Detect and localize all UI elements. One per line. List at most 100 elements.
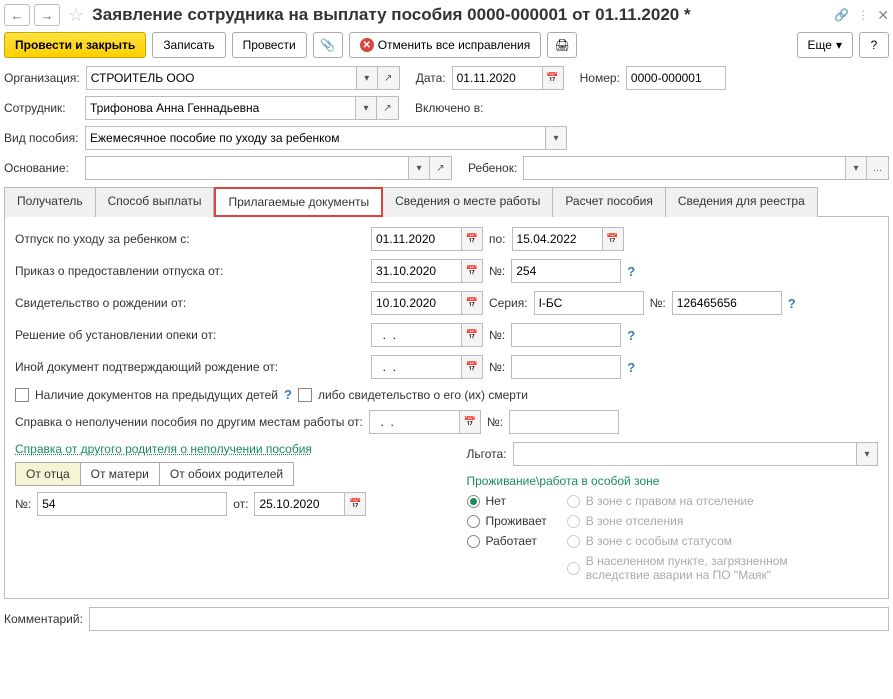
leave-to-input[interactable] bbox=[512, 227, 602, 251]
employee-open[interactable]: ↗ bbox=[377, 96, 399, 120]
comment-label: Комментарий: bbox=[4, 612, 83, 626]
from-mother-toggle[interactable]: От матери bbox=[81, 462, 160, 486]
privilege-label: Льгота: bbox=[467, 447, 507, 461]
date-label: Дата: bbox=[416, 71, 446, 85]
no-benefit-date-input[interactable] bbox=[369, 410, 459, 434]
child-input[interactable] bbox=[523, 156, 845, 180]
print-button[interactable]: 🖨 bbox=[547, 32, 577, 58]
order-num-input[interactable] bbox=[511, 259, 621, 283]
close-icon[interactable]: ✕ bbox=[877, 7, 889, 24]
employee-input[interactable] bbox=[85, 96, 355, 120]
birth-series-input[interactable] bbox=[534, 291, 644, 315]
tab-recipient[interactable]: Получатель bbox=[4, 187, 96, 217]
tab-calculation[interactable]: Расчет пособия bbox=[553, 187, 666, 217]
zone-right-radio bbox=[567, 495, 580, 508]
from-both-toggle[interactable]: От обоих родителей bbox=[160, 462, 294, 486]
death-cert-checkbox[interactable] bbox=[298, 388, 312, 402]
more-button[interactable]: Еще ▾ bbox=[797, 32, 853, 58]
zone-no-radio[interactable] bbox=[467, 495, 480, 508]
leave-from-input[interactable] bbox=[371, 227, 461, 251]
calendar-icon[interactable]: 📅 bbox=[602, 227, 624, 251]
basis-input[interactable] bbox=[85, 156, 408, 180]
zone-works-radio[interactable] bbox=[467, 535, 480, 548]
birth-num-input[interactable] bbox=[672, 291, 782, 315]
org-dropdown[interactable]: ▾ bbox=[356, 66, 378, 90]
child-clear[interactable]: … bbox=[867, 156, 889, 180]
date-input[interactable] bbox=[452, 66, 542, 90]
forward-button[interactable]: → bbox=[34, 4, 60, 26]
zone-lives-radio[interactable] bbox=[467, 515, 480, 528]
benefit-type-label: Вид пособия: bbox=[4, 131, 79, 145]
other-doc-num-input[interactable] bbox=[511, 355, 621, 379]
to-label: по: bbox=[489, 232, 506, 246]
submit-button[interactable]: Провести bbox=[232, 32, 307, 58]
help-icon[interactable]: ? bbox=[627, 360, 635, 375]
help-icon[interactable]: ? bbox=[788, 296, 796, 311]
custody-date-input[interactable] bbox=[371, 323, 461, 347]
num-label: №: bbox=[487, 415, 503, 429]
tab-workplace[interactable]: Сведения о месте работы bbox=[383, 187, 553, 217]
order-date-input[interactable] bbox=[371, 259, 461, 283]
help-icon[interactable]: ? bbox=[627, 264, 635, 279]
privilege-input[interactable] bbox=[513, 442, 856, 466]
number-label: Номер: bbox=[580, 71, 620, 85]
help-icon[interactable]: ? bbox=[284, 387, 292, 402]
leave-from-label: Отпуск по уходу за ребенком с: bbox=[15, 232, 365, 246]
number-input[interactable] bbox=[626, 66, 726, 90]
benefit-type-input[interactable] bbox=[85, 126, 545, 150]
back-button[interactable]: ← bbox=[4, 4, 30, 26]
child-dropdown[interactable]: ▾ bbox=[845, 156, 867, 180]
tab-registry[interactable]: Сведения для реестра bbox=[666, 187, 818, 217]
submit-close-button[interactable]: Провести и закрыть bbox=[4, 32, 146, 58]
series-label: Серия: bbox=[489, 296, 528, 310]
other-parent-link[interactable]: Справка от другого родителя о неполучени… bbox=[15, 442, 312, 456]
employee-dropdown[interactable]: ▾ bbox=[355, 96, 377, 120]
child-label: Ребенок: bbox=[468, 161, 517, 175]
zone-works-label: Работает bbox=[486, 534, 537, 548]
ref-date-label: от: bbox=[233, 497, 248, 511]
org-input[interactable] bbox=[86, 66, 356, 90]
save-button[interactable]: Записать bbox=[152, 32, 225, 58]
calendar-icon[interactable]: 📅 bbox=[461, 355, 483, 379]
cancel-corrections-button[interactable]: ✕Отменить все исправления bbox=[349, 32, 542, 58]
from-father-toggle[interactable]: От отца bbox=[15, 462, 81, 486]
calendar-icon[interactable]: 📅 bbox=[461, 291, 483, 315]
other-doc-date-input[interactable] bbox=[371, 355, 461, 379]
calendar-icon[interactable]: 📅 bbox=[459, 410, 481, 434]
tab-payment[interactable]: Способ выплаты bbox=[96, 187, 215, 217]
death-cert-label: либо свидетельство о его (их) смерти bbox=[318, 388, 528, 402]
birth-cert-label: Свидетельство о рождении от: bbox=[15, 296, 365, 310]
chevron-down-icon: ▾ bbox=[836, 38, 842, 52]
tab-documents[interactable]: Прилагаемые документы bbox=[214, 187, 383, 217]
calendar-icon[interactable]: 📅 bbox=[344, 492, 366, 516]
date-picker[interactable]: 📅 bbox=[542, 66, 564, 90]
calendar-icon[interactable]: 📅 bbox=[461, 227, 483, 251]
zone-special-label: В зоне с особым статусом bbox=[586, 534, 732, 548]
star-icon[interactable]: ☆ bbox=[68, 5, 84, 26]
paperclip-icon: 📎 bbox=[320, 38, 335, 52]
no-benefit-num-input[interactable] bbox=[509, 410, 619, 434]
birth-date-input[interactable] bbox=[371, 291, 461, 315]
custody-num-input[interactable] bbox=[511, 323, 621, 347]
basis-open[interactable]: ↗ bbox=[430, 156, 452, 180]
prev-children-checkbox[interactable] bbox=[15, 388, 29, 402]
help-icon[interactable]: ? bbox=[627, 328, 635, 343]
zone-mayak-radio bbox=[567, 562, 580, 575]
num-label: №: bbox=[489, 264, 505, 278]
benefit-dropdown[interactable]: ▾ bbox=[545, 126, 567, 150]
calendar-icon[interactable]: 📅 bbox=[461, 323, 483, 347]
custody-label: Решение об установлении опеки от: bbox=[15, 328, 365, 342]
zone-evac-label: В зоне отселения bbox=[586, 514, 684, 528]
privilege-dropdown[interactable]: ▾ bbox=[856, 442, 878, 466]
ref-date-input[interactable] bbox=[254, 492, 344, 516]
prev-children-label: Наличие документов на предыдущих детей bbox=[35, 388, 278, 402]
comment-input[interactable] bbox=[89, 607, 889, 631]
help-button[interactable]: ? bbox=[859, 32, 889, 58]
basis-dropdown[interactable]: ▾ bbox=[408, 156, 430, 180]
attach-button[interactable]: 📎 bbox=[313, 32, 343, 58]
menu-icon[interactable]: ⋮ bbox=[857, 8, 869, 22]
link-icon[interactable]: 🔗 bbox=[834, 8, 849, 22]
ref-num-input[interactable] bbox=[37, 492, 227, 516]
org-open[interactable]: ↗ bbox=[378, 66, 400, 90]
calendar-icon[interactable]: 📅 bbox=[461, 259, 483, 283]
